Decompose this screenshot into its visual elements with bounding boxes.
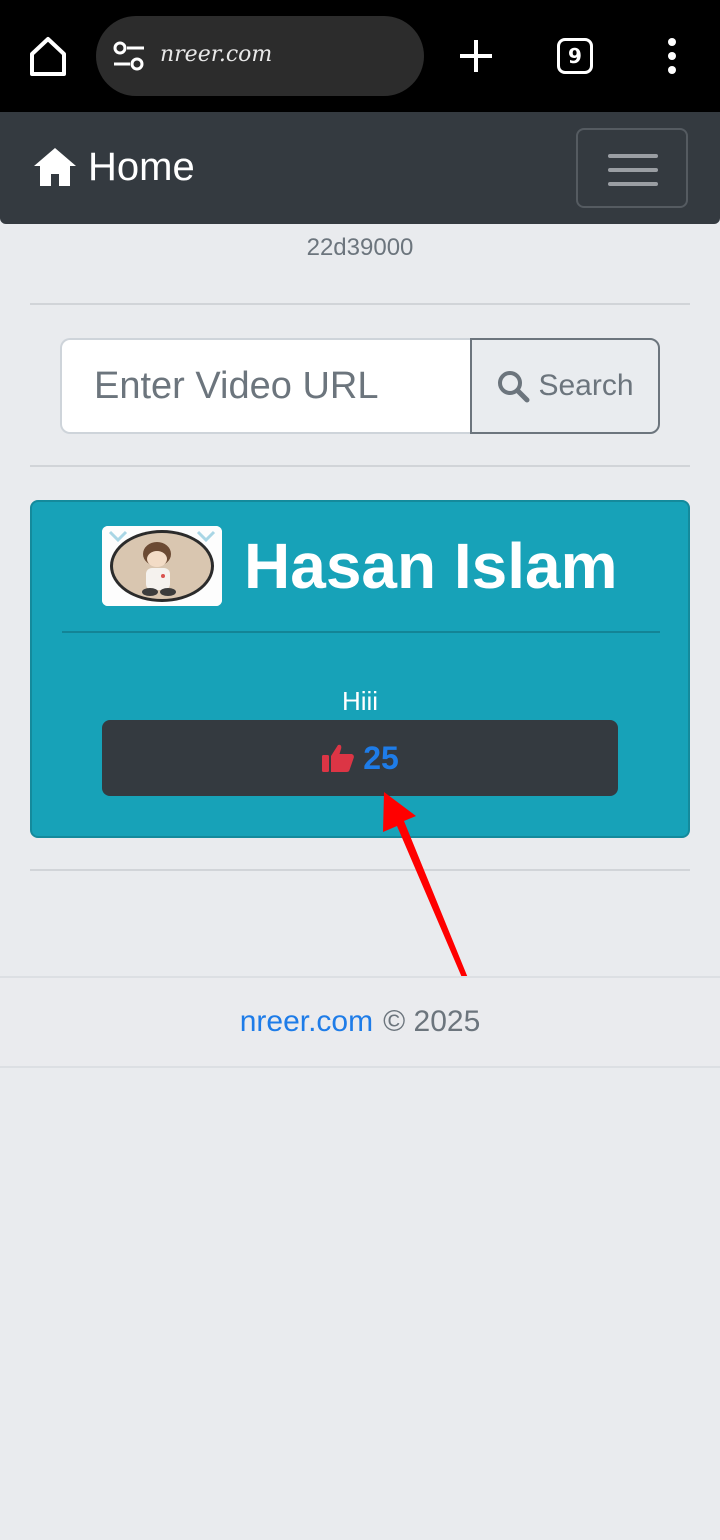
visitor-id-text: 22d39000 (306, 234, 414, 261)
video-url-input[interactable] (60, 338, 472, 434)
footer-copyright: © 2025 (383, 1005, 481, 1038)
home-icon[interactable] (24, 32, 72, 80)
navbar-toggler-button[interactable] (576, 128, 688, 208)
search-button[interactable]: Search (470, 338, 660, 434)
url-text: nreer.com (160, 42, 273, 67)
card-divider (62, 631, 660, 633)
avatar-image (102, 526, 222, 606)
site-navbar: Home (0, 112, 720, 224)
video-search-form: Search (60, 338, 660, 434)
annotation-arrow (383, 792, 468, 980)
search-icon (498, 371, 530, 403)
navbar-brand-link[interactable]: Home (32, 140, 195, 194)
divider (30, 465, 690, 467)
post-card: Hasan Islam Hiii 25 (30, 500, 690, 838)
divider (30, 869, 690, 871)
page-footer: nreer.com © 2025 (0, 976, 720, 1068)
address-bar[interactable]: nreer.com (96, 16, 424, 96)
thumbs-up-icon (322, 744, 355, 772)
new-tab-icon[interactable] (456, 36, 496, 76)
post-author-name: Hasan Islam (244, 530, 618, 602)
post-message: Hiii (341, 686, 379, 716)
tab-switcher-button[interactable]: 9 (557, 38, 593, 74)
more-options-icon[interactable] (664, 38, 680, 74)
footer-site-link[interactable]: nreer.com (240, 1005, 373, 1039)
avatar[interactable] (102, 526, 222, 606)
like-button[interactable]: 25 (102, 720, 618, 796)
hamburger-icon (608, 154, 658, 186)
search-button-label: Search (538, 369, 634, 402)
like-count: 25 (363, 739, 399, 776)
site-settings-icon[interactable] (112, 40, 146, 72)
navbar-brand-label: Home (88, 145, 195, 189)
divider (30, 303, 690, 305)
browser-toolbar: nreer.com 9 (0, 0, 720, 112)
house-icon (34, 148, 76, 186)
post-header: Hasan Islam (102, 526, 618, 606)
